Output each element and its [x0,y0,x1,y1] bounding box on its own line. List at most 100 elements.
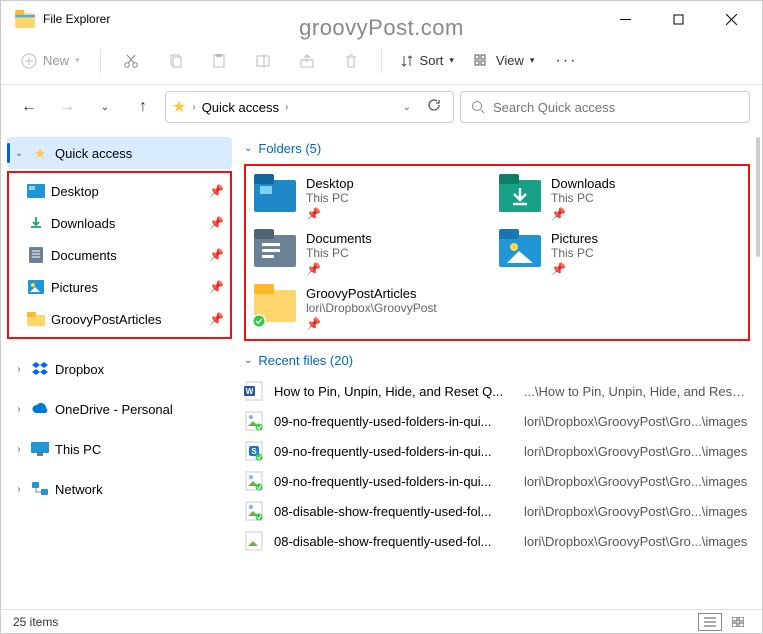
sidebar-item-label: Network [55,482,103,497]
sort-icon [400,54,414,68]
breadcrumb[interactable]: Quick access [202,100,279,115]
pin-icon: 📌 [306,317,437,331]
file-name: 08-disable-show-frequently-used-fol... [274,534,514,549]
document-icon [29,247,43,263]
sidebar-item-label: Desktop [51,184,99,199]
folder-name: Desktop [306,176,354,191]
pictures-icon [28,280,44,294]
folder-location: This PC [551,191,615,205]
file-name: How to Pin, Unpin, Hide, and Reset Q... [274,384,514,399]
image-file-icon [244,501,264,521]
chevron-right-icon: › [13,404,25,415]
folder-name: Pictures [551,231,598,246]
recent-section-header[interactable]: ⌄ Recent files (20) [236,349,758,372]
desktop-icon [27,184,45,198]
sidebar-item-label: Quick access [55,146,132,161]
sidebar-item-label: Pictures [51,280,98,295]
close-button[interactable] [709,4,754,34]
download-icon [28,215,44,231]
back-button[interactable]: ← [13,91,45,123]
up-button[interactable]: ↑ [127,91,159,123]
file-name: 09-no-frequently-used-folders-in-qui... [274,474,514,489]
folder-tile-groovypost[interactable]: GroovyPostArticleslori\Dropbox\GroovyPos… [252,282,742,333]
sidebar-item-groovypost[interactable]: GroovyPostArticles 📌 [9,303,230,335]
address-box[interactable]: ★ › Quick access › ⌄ [165,91,454,123]
list-item[interactable]: 09-no-frequently-used-folders-in-qui...l… [244,406,750,436]
sidebar-item-onedrive[interactable]: › OneDrive - Personal [7,393,232,425]
folder-tile-documents[interactable]: DocumentsThis PC📌 [252,227,487,278]
item-count: 25 items [13,615,58,629]
folders-section-header[interactable]: ⌄ Folders (5) [236,137,758,160]
new-button[interactable]: New ▾ [13,49,88,73]
delete-button[interactable] [333,45,369,77]
folder-location: This PC [306,191,354,205]
chevron-right-icon: › [13,364,25,375]
file-name: 09-no-frequently-used-folders-in-qui... [274,444,514,459]
pc-icon [31,442,49,456]
search-box[interactable] [460,91,750,123]
list-item[interactable]: 09-no-frequently-used-folders-in-qui... l… [244,466,750,496]
new-label: New [43,53,69,68]
address-bar-row: ← → ⌄ ↑ ★ › Quick access › ⌄ [1,85,762,129]
sort-button[interactable]: Sort ▾ [394,49,460,72]
maximize-button[interactable] [656,4,701,34]
pin-icon: 📌 [306,262,372,276]
sidebar-item-network[interactable]: › Network [7,473,232,505]
folder-name: GroovyPostArticles [306,286,437,301]
pin-icon: 📌 [209,184,224,198]
list-item[interactable]: W How to Pin, Unpin, Hide, and Reset Q...… [244,376,750,406]
documents-icon [254,229,296,267]
file-path: lori\Dropbox\GroovyPost\Gro...\images [524,474,750,489]
desktop-icon [254,174,296,212]
minimize-button[interactable] [603,4,648,34]
sidebar-item-this-pc[interactable]: › This PC [7,433,232,465]
share-button[interactable] [289,45,325,77]
pin-icon: 📌 [306,207,354,221]
rename-button[interactable] [245,45,281,77]
paste-button[interactable] [201,45,237,77]
forward-button[interactable]: → [51,91,83,123]
folder-name: Documents [306,231,372,246]
file-explorer-icon [15,10,35,28]
list-item[interactable]: 08-disable-show-frequently-used-fol...lo… [244,526,750,556]
copy-button[interactable] [157,45,193,77]
thumbnails-view-button[interactable] [726,613,750,631]
navigation-pane: ⌄ ★ Quick access Desktop 📌 Downloads 📌 D… [1,129,236,611]
sidebar-item-quick-access[interactable]: ⌄ ★ Quick access [7,137,232,169]
folder-tile-pictures[interactable]: PicturesThis PC📌 [497,227,732,278]
pictures-icon [499,229,541,267]
view-button[interactable]: View ▾ [468,49,540,72]
section-label: Recent files (20) [258,353,353,368]
sidebar-item-documents[interactable]: Documents 📌 [9,239,230,271]
sidebar-item-label: OneDrive - Personal [55,402,173,417]
sidebar-item-downloads[interactable]: Downloads 📌 [9,207,230,239]
list-item[interactable]: 08-disable-show-frequently-used-fol...lo… [244,496,750,526]
word-doc-icon: W [244,381,264,401]
downloads-icon [499,174,541,212]
star-icon: ★ [172,97,186,117]
sidebar-item-label: GroovyPostArticles [51,312,162,327]
cut-button[interactable] [113,45,149,77]
scrollbar[interactable] [756,137,760,257]
sidebar-item-desktop[interactable]: Desktop 📌 [9,175,230,207]
refresh-button[interactable] [421,94,447,121]
search-input[interactable] [493,100,739,115]
section-label: Folders (5) [258,141,321,156]
cloud-icon [31,403,49,415]
window-title: File Explorer [43,12,110,26]
sidebar-item-pictures[interactable]: Pictures 📌 [9,271,230,303]
chevron-down-icon[interactable]: ⌄ [397,98,417,117]
sidebar-item-dropbox[interactable]: › Dropbox [7,353,232,385]
list-item[interactable]: S09-no-frequently-used-folders-in-qui...… [244,436,750,466]
chevron-right-icon: › [13,444,25,455]
sidebar-item-label: This PC [55,442,101,457]
chevron-down-icon: ⌄ [244,143,252,154]
chevron-down-icon: ⌄ [13,148,25,159]
more-button[interactable]: ··· [548,45,584,77]
folder-tile-downloads[interactable]: DownloadsThis PC📌 [497,172,732,223]
recent-locations-button[interactable]: ⌄ [89,91,121,123]
details-view-button[interactable] [698,613,722,631]
file-path: lori\Dropbox\GroovyPost\Gro...\images [524,414,750,429]
file-path: lori\Dropbox\GroovyPost\Gro...\images [524,504,750,519]
folder-tile-desktop[interactable]: DesktopThis PC 📌 [252,172,487,223]
